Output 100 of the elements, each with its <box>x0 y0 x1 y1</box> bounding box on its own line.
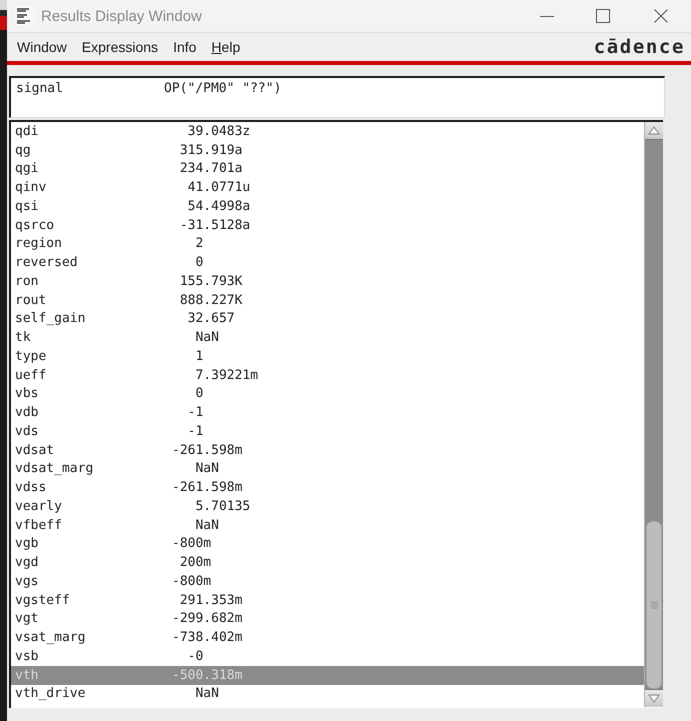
parameter-value: NaN <box>195 686 219 702</box>
parameter-name: vdsat_marg <box>15 461 94 476</box>
parameter-name: type <box>15 348 48 364</box>
list-row[interactable]: vearly 5.70135 <box>11 497 644 516</box>
parameter-name: vth <box>15 668 40 683</box>
parameter-name: vsat_marg <box>15 630 86 646</box>
parameter-name: reversed <box>15 255 79 270</box>
parameter-value: 888.227K <box>180 292 242 308</box>
list-row[interactable]: rout 888.227K <box>11 290 644 310</box>
list-row[interactable]: vbs 0 <box>11 384 644 404</box>
list-row[interactable]: qsi 54.4998a <box>11 197 644 216</box>
parameter-name: ueff <box>15 368 48 383</box>
parameter-name: qsi <box>15 198 40 214</box>
parameter-value: -1 <box>188 424 204 439</box>
parameter-name: qsrco <box>15 218 56 233</box>
list-row[interactable]: reversed 0 <box>11 253 644 272</box>
list-row[interactable]: vsat_marg -738.402m <box>11 628 644 647</box>
parameter-value: -800m <box>172 574 212 589</box>
list-row[interactable]: vdb -1 <box>11 403 644 422</box>
maximize-icon <box>596 9 610 23</box>
parameter-value: -738.402m <box>172 630 242 646</box>
parameter-name: qgi <box>15 161 40 176</box>
scroll-up-button[interactable] <box>645 122 663 140</box>
parameter-value: -31.5128a <box>180 218 250 233</box>
list-row[interactable]: vgd 200m <box>11 553 644 572</box>
menu-item[interactable]: Expressions <box>82 39 158 55</box>
list-row[interactable]: self_gain 32.657 <box>11 310 644 328</box>
parameter-value: 155.793K <box>180 274 242 289</box>
parameter-name: vdsat <box>15 442 56 458</box>
parameter-name: qinv <box>15 180 48 196</box>
parameter-value: 1 <box>195 348 204 364</box>
parameter-name: vth_drive <box>15 686 86 702</box>
list-row[interactable]: vgb -800m <box>11 534 644 554</box>
parameter-value: 291.353m <box>180 592 242 608</box>
parameter-name: region <box>15 236 63 252</box>
list-row[interactable]: ueff 7.39221m <box>11 366 644 384</box>
list-row[interactable]: type 1 <box>11 347 644 366</box>
list-row[interactable]: vfbeff NaN <box>11 516 644 534</box>
parameter-value: NaN <box>195 518 219 533</box>
parameter-name: vdss <box>15 480 48 496</box>
list-row[interactable]: ron 155.793K <box>11 272 644 291</box>
menu-item[interactable]: Info <box>173 39 196 55</box>
parameter-value: -800m <box>172 536 212 552</box>
cadence-logo: cādence <box>594 36 685 58</box>
close-icon <box>654 9 668 23</box>
parameter-name: vearly <box>15 498 63 514</box>
parameter-name: vdb <box>15 405 40 420</box>
list-row[interactable]: vdsat -261.598m <box>11 440 644 460</box>
list-row[interactable]: vgt -299.682m <box>11 610 644 628</box>
parameter-value: -1 <box>188 405 204 420</box>
grip-icon <box>650 601 658 609</box>
parameter-name: tk <box>15 330 32 346</box>
list-row[interactable]: qinv 41.0771u <box>11 178 644 197</box>
list-row[interactable]: qsrco -31.5128a <box>11 216 644 234</box>
parameter-name: vgt <box>15 611 40 626</box>
scroll-down-button[interactable] <box>645 689 663 707</box>
list-row[interactable]: vds -1 <box>11 422 644 441</box>
parameter-value: -299.682m <box>172 611 242 626</box>
list-row[interactable]: tk NaN <box>11 328 644 347</box>
parameter-value: -0 <box>188 648 204 664</box>
signal-expression: OP("/PM0" "??") <box>164 80 282 98</box>
parameter-name: vgs <box>15 574 40 589</box>
parameter-name: vgd <box>15 555 40 570</box>
scrollbar-thumb[interactable] <box>646 521 662 689</box>
menu-item[interactable]: Help <box>211 39 240 55</box>
parameter-value: 7.39221m <box>195 368 258 383</box>
parameter-value: -261.598m <box>172 442 242 458</box>
parameter-name: rout <box>15 292 48 308</box>
parameter-name: self_gain <box>15 311 86 326</box>
up-triangle-icon <box>648 126 660 135</box>
parameter-value: 234.701a <box>180 161 242 176</box>
parameter-name: vds <box>15 424 40 439</box>
parameter-value: 0 <box>195 386 204 402</box>
parameter-value: 0 <box>195 255 204 270</box>
parameter-name: vfbeff <box>15 518 63 533</box>
list-row[interactable]: vdsat_marg NaN <box>11 460 644 478</box>
list-row[interactable]: qg 315.919a <box>11 140 644 160</box>
parameter-value: 39.0483z <box>188 124 250 139</box>
parameter-name: vsb <box>15 648 40 664</box>
parameter-value: 315.919a <box>180 142 242 158</box>
parameter-name: qg <box>15 142 32 158</box>
parameter-name: vbs <box>15 386 40 402</box>
parameter-value: 32.657 <box>188 311 235 326</box>
list-row[interactable]: vsb -0 <box>11 647 644 666</box>
list-row[interactable]: vgs -800m <box>11 572 644 591</box>
parameter-value: -500.318m <box>172 668 242 683</box>
parameter-value: 5.70135 <box>195 498 250 514</box>
menu-item[interactable]: Window <box>17 39 67 55</box>
list-row[interactable]: vth_drive NaN <box>11 684 644 704</box>
list-row[interactable]: vgsteff 291.353m <box>11 590 644 610</box>
down-triangle-icon <box>648 694 660 703</box>
parameter-name: vgsteff <box>15 592 71 608</box>
parameter-name: vgb <box>15 536 40 552</box>
list-row[interactable]: region 2 <box>11 234 644 254</box>
list-row[interactable]: qdi 39.0483z <box>11 122 644 141</box>
list-row[interactable]: vdss -261.598m <box>11 478 644 497</box>
window-title: Results Display Window <box>41 8 203 24</box>
list-row[interactable]: qgi 234.701a <box>11 160 644 178</box>
parameter-value: NaN <box>195 461 219 476</box>
parameter-name: qdi <box>15 124 40 139</box>
